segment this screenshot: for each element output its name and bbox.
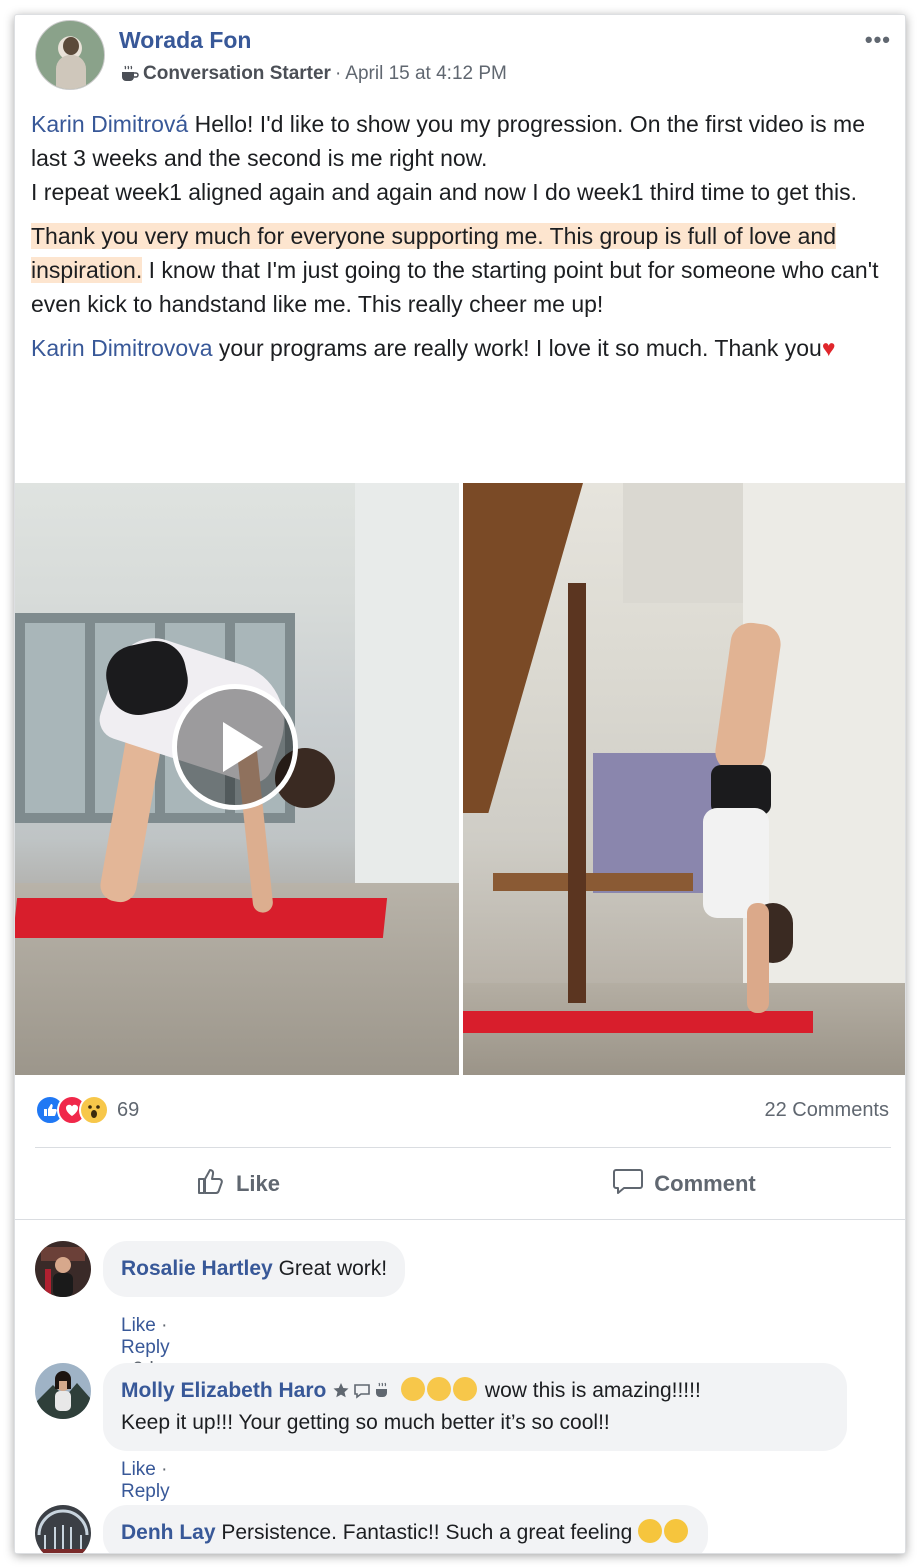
comment-like-link[interactable]: Like (121, 1459, 156, 1480)
comments-count-link[interactable]: 22 Comments (765, 1099, 890, 1122)
author-name[interactable]: Worada Fon (119, 27, 251, 54)
comment-text: wow this is amazing!!!!! (479, 1379, 701, 1402)
comment-bubble-icon (612, 1166, 644, 1202)
clapping-hands-emoji-icon (664, 1519, 689, 1543)
desk-scene (463, 483, 583, 813)
chat-badge-icon (353, 1379, 374, 1402)
comments-section: Rosalie Hartley Great work! Like · Reply… (15, 1221, 905, 1553)
heart-emoji-icon: ♥ (821, 335, 836, 361)
comment-reply-link[interactable]: Reply (121, 1337, 170, 1358)
mention-link[interactable]: Karin Dimitrová (31, 111, 188, 137)
comment-button[interactable]: Comment (461, 1149, 905, 1219)
author-avatar[interactable] (35, 20, 105, 90)
paragraph-text: I know that I'm just going to the starti… (31, 257, 879, 317)
media-grid (15, 483, 905, 1075)
separator: · (155, 1459, 168, 1480)
post-body: Karin Dimitrová Hello! I'd like to show … (31, 107, 891, 375)
party-face-emoji-icon (453, 1377, 478, 1401)
coffee-badge-icon (374, 1379, 395, 1402)
badge-label[interactable]: Conversation Starter (143, 63, 331, 85)
comment-text: Persistence. Fantastic!! Such a great fe… (215, 1521, 639, 1544)
party-face-emoji-icon (401, 1377, 426, 1401)
divider (15, 1219, 905, 1220)
mention-link[interactable]: Karin Dimitrovova (31, 335, 213, 361)
commenter-avatar[interactable] (35, 1241, 91, 1297)
meta-separator: · (334, 63, 342, 84)
comment-reply-link[interactable]: Reply (121, 1481, 170, 1502)
table-scene (493, 873, 693, 891)
comment-label: Comment (654, 1171, 756, 1196)
window-pane (25, 623, 85, 813)
video-thumbnail-1[interactable] (15, 483, 459, 1075)
avatar-head (63, 37, 79, 55)
more-options-icon[interactable]: ••• (865, 27, 891, 53)
like-label: Like (235, 1171, 281, 1196)
separator: · (155, 1315, 168, 1336)
comment-bubble: Denh Lay Persistence. Fantastic!! Such a… (103, 1505, 709, 1553)
comment-bubble: Rosalie Hartley Great work! (103, 1241, 406, 1297)
wow-reaction-icon (79, 1095, 109, 1125)
paragraph-1: Karin Dimitrová Hello! I'd like to show … (31, 107, 891, 209)
divider (35, 1147, 891, 1148)
post-card: Worada Fon Conversation Starter · April … (14, 14, 906, 1554)
post-timestamp[interactable]: April 15 at 4:12 PM (345, 63, 507, 85)
comment-text: Keep it up!!! Your getting so much bette… (121, 1411, 610, 1434)
paragraph-3: Karin Dimitrovova your programs are real… (31, 331, 891, 365)
reactions-summary[interactable]: 69 (35, 1095, 139, 1125)
coffee-cup-icon (119, 64, 139, 84)
person-arms (747, 903, 769, 1013)
clapping-hands-emoji-icon (638, 1519, 663, 1543)
paragraph-2: Thank you very much for everyone support… (31, 219, 891, 321)
star-badge-icon (332, 1379, 353, 1402)
reaction-count: 69 (117, 1098, 140, 1121)
video-thumbnail-2[interactable] (463, 483, 905, 1075)
commenter-name[interactable]: Denh Lay (121, 1521, 216, 1544)
yoga-mat (463, 1011, 813, 1033)
thumbs-up-icon (196, 1166, 226, 1202)
paragraph-text: your programs are really work! I love it… (212, 335, 822, 361)
paragraph-text: I repeat week1 aligned again and again a… (31, 179, 857, 205)
commenter-name[interactable]: Rosalie Hartley (121, 1257, 273, 1280)
yoga-mat (15, 898, 388, 938)
comment-text: Great work! (272, 1257, 388, 1280)
commenter-avatar[interactable] (35, 1363, 91, 1419)
comment-like-link[interactable]: Like (121, 1315, 156, 1336)
desk-leg (568, 583, 586, 1003)
commenter-name[interactable]: Molly Elizabeth Haro (121, 1379, 326, 1402)
person-shirt (703, 808, 769, 918)
post-meta: Conversation Starter · April 15 at 4:12 … (119, 63, 507, 85)
action-bar: Like Comment (15, 1149, 905, 1219)
avatar-figure (56, 55, 86, 89)
like-button[interactable]: Like (15, 1149, 461, 1219)
commenter-avatar[interactable] (35, 1505, 91, 1553)
play-button-icon[interactable] (172, 684, 298, 810)
party-face-emoji-icon (427, 1377, 452, 1401)
comment-bubble: Molly Elizabeth Haro wow this is amazing… (103, 1363, 847, 1451)
